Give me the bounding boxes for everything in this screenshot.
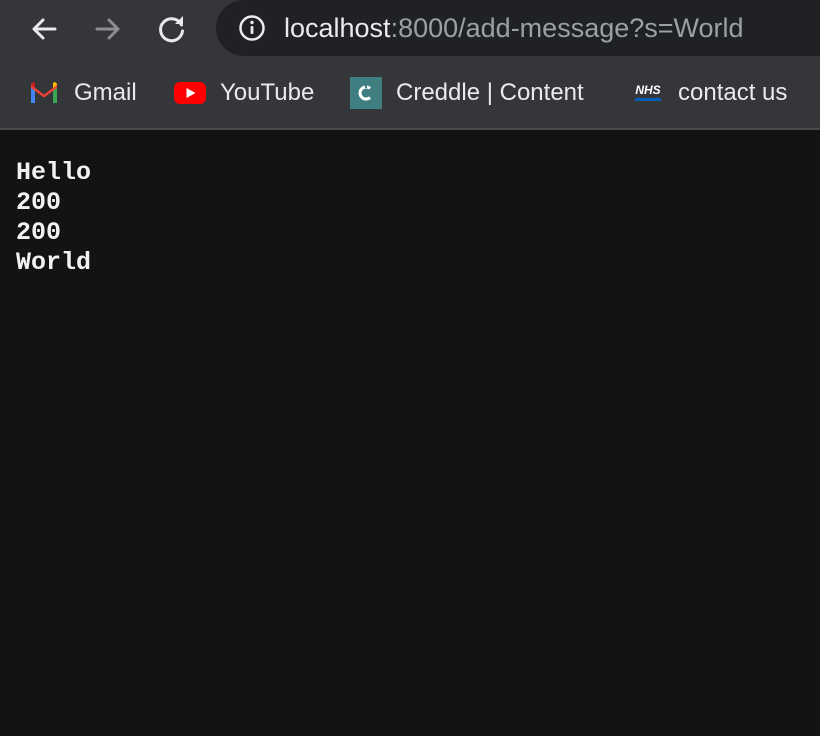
output-line: 200 — [16, 188, 62, 217]
nhs-logo-text: NHS — [635, 83, 660, 97]
output-line: Hello — [16, 158, 92, 187]
browser-window: localhost:8000/add-message?s=World Gmail — [0, 0, 820, 736]
youtube-icon — [174, 77, 206, 109]
address-bar[interactable]: localhost:8000/add-message?s=World — [216, 0, 820, 56]
reload-icon — [159, 16, 184, 43]
browser-toolbar: localhost:8000/add-message?s=World — [0, 0, 820, 58]
bookmark-creddle[interactable]: Creddle | Content — [350, 76, 584, 110]
page-content: Hello 200 200 World — [0, 130, 820, 736]
bookmark-contact-us[interactable]: NHS contact us — [632, 76, 787, 110]
info-icon[interactable] — [238, 14, 266, 42]
forward-button[interactable] — [88, 9, 128, 49]
gmail-icon — [28, 77, 60, 109]
url-path: :8000/add-message?s=World — [390, 13, 744, 43]
bookmark-gmail[interactable]: Gmail — [28, 76, 137, 110]
url-host: localhost — [284, 13, 391, 43]
reload-button[interactable] — [152, 9, 192, 49]
output-line: World — [16, 248, 92, 277]
bookmark-label: Creddle | Content — [396, 79, 584, 106]
creddle-icon — [350, 77, 382, 109]
bookmarks-bar: Gmail YouTube Creddle | Content NHS cont… — [0, 58, 820, 130]
bookmark-label: contact us — [678, 79, 788, 106]
bookmark-youtube[interactable]: YouTube — [174, 76, 314, 110]
arrow-right-icon — [95, 18, 120, 40]
nhs-icon: NHS — [632, 77, 664, 109]
back-button[interactable] — [24, 9, 64, 49]
url-text[interactable]: localhost:8000/add-message?s=World — [284, 10, 744, 46]
arrow-left-icon — [32, 18, 57, 40]
bookmark-label: YouTube — [220, 79, 315, 106]
bookmark-label: Gmail — [74, 79, 137, 106]
output-line: 200 — [16, 218, 62, 247]
